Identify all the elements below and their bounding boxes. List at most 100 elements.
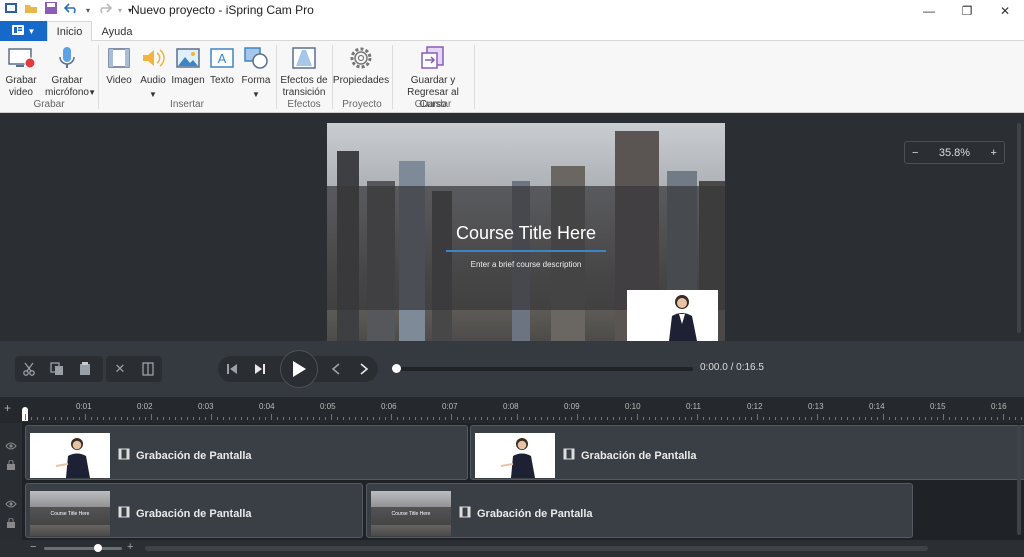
ruler-tick: [883, 414, 884, 420]
clip-camera-1[interactable]: Grabación de Pantalla: [25, 425, 468, 480]
ruler-tick: [121, 417, 122, 420]
ruler-tick: [871, 417, 872, 420]
horizontal-scrollbar[interactable]: [145, 546, 928, 551]
zoom-out-button[interactable]: −: [912, 147, 918, 159]
close-button[interactable]: ✕: [986, 0, 1024, 21]
properties-label: Propiedades: [332, 75, 390, 86]
record-video-button[interactable]: Grabar video: [3, 45, 39, 99]
clip-screen-2[interactable]: Course Title Here Grabación de Pantalla: [366, 483, 913, 538]
tab-ayuda[interactable]: Ayuda: [96, 21, 138, 42]
ruler-tick: [31, 417, 32, 420]
ruler-tick: [757, 414, 758, 420]
minimize-button[interactable]: —: [910, 0, 948, 21]
ruler-tick: [877, 417, 878, 420]
slide-preview[interactable]: Course Title Here Enter a brief course d…: [327, 123, 725, 341]
insert-image-button[interactable]: Imagen: [171, 45, 205, 87]
ruler-tick: [265, 417, 266, 420]
redo-icon[interactable]: [96, 1, 113, 20]
insert-text-button[interactable]: A Texto: [207, 45, 237, 87]
ribbon-tabs: ▼ Inicio Ayuda: [0, 21, 1024, 42]
step-forward-icon[interactable]: [246, 356, 274, 382]
next-marker-icon[interactable]: [350, 356, 378, 382]
maximize-button[interactable]: ❐: [948, 0, 986, 21]
app-icon: [4, 1, 18, 20]
delete-icon[interactable]: ✕: [106, 356, 134, 382]
clip-label: Grabación de Pantalla: [136, 449, 252, 462]
ruler-tick: [529, 417, 530, 420]
zoom-in-button[interactable]: +: [991, 147, 997, 159]
ruler-tick: [61, 417, 62, 420]
vertical-scrollbar[interactable]: [1017, 425, 1021, 535]
ruler-tick: [733, 417, 734, 420]
tab-inicio[interactable]: Inicio: [47, 21, 92, 42]
ruler-tick: [625, 417, 626, 420]
ruler-tick: [925, 417, 926, 420]
playback-controls: ✕ 0:00.0 / 0:16.5: [0, 341, 1024, 397]
insert-shape-button[interactable]: Forma ▼: [240, 45, 272, 101]
microphone-icon: [57, 45, 77, 71]
ruler-tick: [769, 417, 770, 420]
timeline-zoom-in-button[interactable]: +: [127, 541, 133, 553]
gear-icon: [348, 45, 374, 71]
timeline-zoom-out-button[interactable]: −: [30, 541, 36, 553]
skip-start-icon[interactable]: [218, 356, 246, 382]
ruler-tick-label: 0:01: [76, 402, 92, 411]
ruler-tick: [619, 417, 620, 420]
ruler-tick: [889, 417, 890, 420]
ruler-tick: [139, 417, 140, 420]
ruler-tick: [457, 417, 458, 420]
redo-dropdown-icon[interactable]: ▾: [118, 6, 122, 15]
seek-knob[interactable]: [392, 364, 401, 373]
save-icon[interactable]: [44, 1, 58, 20]
timeline-ruler[interactable]: + 0:01 0:02 0:03 0:04 0:05 0:06 0:07 0:08 0:09 0:…: [0, 397, 1024, 423]
ruler-tick: [703, 417, 704, 420]
app-menu-button[interactable]: ▼: [0, 21, 47, 41]
timeline-zoom-knob[interactable]: [94, 544, 102, 552]
ruler-tick: [193, 417, 194, 420]
insert-audio-button[interactable]: Audio ▼: [137, 45, 169, 101]
ruler-tick: [697, 414, 698, 420]
ruler-tick: [673, 417, 674, 420]
insert-shape-label: Forma: [241, 75, 271, 86]
seek-bar[interactable]: [397, 367, 693, 371]
clip-screen-1[interactable]: Course Title Here Grabación de Pantalla: [25, 483, 363, 538]
copy-icon[interactable]: [43, 356, 71, 382]
ruler-tick: [427, 417, 428, 420]
open-icon[interactable]: [24, 1, 38, 20]
vertical-scrollbar[interactable]: [1017, 123, 1021, 333]
group-guardar-label: Guardar: [414, 99, 452, 110]
ruler-tick: [463, 417, 464, 420]
properties-button[interactable]: Propiedades: [332, 45, 390, 87]
undo-dropdown-icon[interactable]: ▾: [86, 6, 90, 15]
paste-icon[interactable]: [71, 356, 99, 382]
play-icon: [293, 361, 306, 377]
add-track-button[interactable]: +: [4, 401, 11, 415]
preview-stage: Course Title Here Enter a brief course d…: [0, 113, 1024, 341]
film-icon: [459, 506, 471, 521]
ruler-tick: [751, 417, 752, 420]
play-button[interactable]: [280, 350, 318, 388]
visibility-icon[interactable]: [5, 495, 17, 513]
lock-icon[interactable]: [6, 457, 16, 475]
split-icon[interactable]: [134, 356, 162, 382]
ruler-tick: [415, 417, 416, 420]
clip-camera-2[interactable]: Grabación de Pantalla: [470, 425, 1024, 480]
ruler-tick: [949, 417, 950, 420]
ruler-tick: [199, 417, 200, 420]
shape-icon: [242, 45, 270, 71]
undo-icon[interactable]: [63, 1, 80, 20]
prev-marker-icon[interactable]: [322, 356, 350, 382]
ruler-tick: [631, 417, 632, 420]
insert-video-button[interactable]: Video: [104, 45, 134, 87]
transition-effects-button[interactable]: Efectos de transición: [280, 45, 328, 99]
lock-icon[interactable]: [6, 515, 16, 533]
cut-icon[interactable]: [15, 356, 43, 382]
timeline-zoom-slider[interactable]: [44, 547, 122, 550]
record-mic-button[interactable]: Grabar micrófono ▼: [39, 45, 96, 99]
visibility-icon[interactable]: [5, 437, 17, 455]
ruler-tick: [601, 417, 602, 420]
clip-label: Grabación de Pantalla: [136, 507, 252, 520]
ruler-tick: [127, 417, 128, 420]
presenter-video[interactable]: [627, 290, 718, 341]
ruler-tick-label: 0:11: [686, 402, 701, 411]
